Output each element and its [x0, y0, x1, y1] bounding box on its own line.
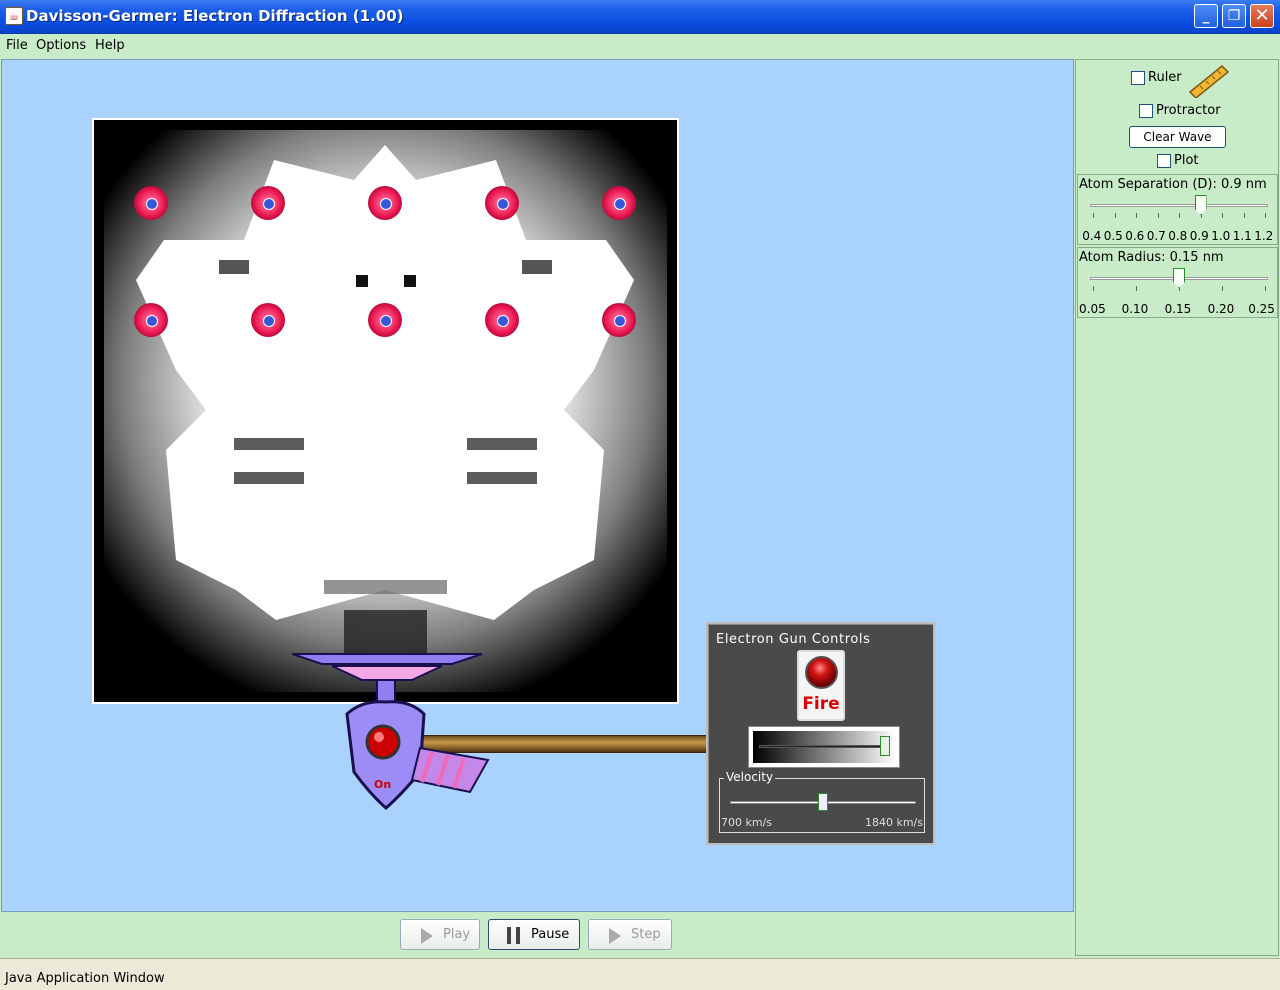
slider-tick — [1157, 213, 1159, 218]
maximize-icon: ❐ — [1227, 8, 1241, 24]
title-bar: ☕ Davisson-Germer: Electron Diffraction … — [0, 0, 1280, 34]
atom-separation-thumb[interactable] — [1194, 195, 1207, 215]
protractor-checkbox[interactable] — [1139, 103, 1153, 118]
gun-on-label: On — [374, 778, 392, 791]
atom — [485, 303, 519, 337]
menu-options[interactable]: Options — [36, 38, 86, 53]
window-title: Davisson-Germer: Electron Diffraction (1… — [26, 7, 404, 25]
atom-separation-control: Atom Separation (D): 0.9 nm 0.4 0.5 0.6 0.7… — [1077, 174, 1278, 245]
atom-separation-title: Atom Separation (D): 0.9 nm — [1079, 177, 1267, 192]
intensity-slider[interactable] — [748, 726, 900, 768]
atom-radius-thumb[interactable] — [1173, 268, 1185, 288]
slider-tick-label: 1.2 — [1254, 229, 1274, 243]
atom-separation-tick-labels: 0.4 0.5 0.6 0.7 0.8 0.9 1.0 1.1 1.2 — [1078, 229, 1278, 243]
minimize-button[interactable]: _ — [1194, 4, 1218, 28]
plot-checkbox[interactable] — [1157, 153, 1171, 168]
close-icon: ✕ — [1254, 5, 1270, 26]
velocity-title: Velocity — [724, 770, 776, 784]
slider-tick-label: 0.25 — [1248, 302, 1275, 316]
fire-label: Fire — [802, 694, 840, 714]
ruler-label: Ruler — [1148, 70, 1182, 85]
velocity-max-label: 1840 km/s — [864, 816, 923, 829]
slider-tick — [1114, 213, 1116, 218]
plot-option[interactable]: Plot — [1157, 153, 1199, 171]
slider-tick-label: 0.6 — [1125, 229, 1145, 243]
plot-label: Plot — [1174, 153, 1199, 168]
atom — [251, 186, 285, 220]
ruler-icon[interactable] — [1188, 64, 1230, 98]
atom-separation-ticks — [1093, 213, 1266, 219]
slider-tick — [1222, 213, 1223, 218]
atom — [368, 303, 402, 337]
menu-help[interactable]: Help — [95, 38, 125, 53]
velocity-group: Velocity 700 km/s 1840 km/s — [719, 770, 925, 833]
slider-tick-label: 1.1 — [1232, 229, 1252, 243]
slider-tick-label: 0.9 — [1189, 229, 1209, 243]
atom — [602, 186, 636, 220]
step-button[interactable]: Step — [588, 919, 672, 950]
velocity-slider-thumb[interactable] — [818, 793, 828, 811]
pause-button[interactable]: Pause — [488, 919, 580, 950]
atom — [485, 186, 519, 220]
diffraction-screen — [92, 118, 679, 704]
fire-button[interactable]: Fire — [797, 650, 845, 721]
step-label: Step — [631, 927, 661, 942]
minimize-icon: _ — [1202, 8, 1210, 24]
ruler-option[interactable]: Ruler — [1131, 70, 1182, 88]
slider-tick — [1093, 286, 1094, 291]
atom-separation-track[interactable] — [1090, 204, 1268, 207]
gun-controls-title: Electron Gun Controls — [716, 632, 871, 647]
simulation-canvas[interactable]: On Electron Gun Controls Fire Velocity 7… — [1, 59, 1074, 912]
intensity-thumb[interactable] — [880, 736, 890, 756]
slider-tick-label: 0.5 — [1103, 229, 1123, 243]
play-button[interactable]: Play — [400, 919, 480, 950]
play-icon — [421, 928, 433, 944]
velocity-min-label: 700 km/s — [721, 816, 773, 829]
electron-gun[interactable] — [292, 652, 492, 812]
atom — [368, 186, 402, 220]
protractor-label: Protractor — [1156, 103, 1221, 118]
slider-tick-label: 0.4 — [1082, 229, 1102, 243]
intensity-track — [759, 745, 881, 748]
status-text: Java Application Window — [5, 971, 165, 986]
atom — [602, 303, 636, 337]
fire-light-icon — [805, 656, 838, 689]
slider-tick-label: 0.10 — [1121, 302, 1149, 316]
atom-radius-tick-labels: 0.05 0.10 0.15 0.20 0.25 — [1078, 302, 1278, 316]
pause-label: Pause — [531, 927, 570, 942]
slider-tick — [1222, 286, 1223, 291]
slider-tick — [1136, 213, 1137, 218]
ruler-checkbox[interactable] — [1131, 70, 1145, 85]
slider-tick-label: 0.7 — [1146, 229, 1166, 243]
control-panel: Ruler Protractor Clear Wave Plot Atom Se… — [1075, 59, 1279, 956]
slider-tick-label: 0.05 — [1079, 302, 1106, 316]
slider-tick — [1136, 286, 1137, 291]
step-icon — [609, 928, 621, 944]
close-button[interactable]: ✕ — [1250, 4, 1274, 28]
atom-radius-title: Atom Radius: 0.15 nm — [1079, 250, 1224, 265]
slider-tick-label: 0.15 — [1164, 302, 1192, 316]
slider-tick-label: 0.8 — [1168, 229, 1188, 243]
status-bar: Java Application Window — [0, 958, 1280, 990]
electron-gun-controls: Electron Gun Controls Fire Velocity 700 … — [706, 622, 935, 845]
menu-file[interactable]: File — [6, 38, 28, 53]
slider-tick — [1265, 213, 1266, 218]
protractor-option[interactable]: Protractor — [1139, 103, 1221, 121]
atom-radius-control: Atom Radius: 0.15 nm 0.05 0.10 0.15 0.20 0.2… — [1077, 247, 1278, 318]
maximize-button[interactable]: ❐ — [1222, 4, 1246, 28]
slider-tick — [1265, 286, 1266, 291]
slider-tick — [1093, 213, 1094, 218]
pause-icon — [507, 927, 521, 944]
slider-tick-label: 0.20 — [1207, 302, 1235, 316]
java-app-icon: ☕ — [5, 7, 23, 25]
slider-tick — [1243, 213, 1245, 218]
play-label: Play — [443, 927, 471, 942]
atom — [134, 303, 168, 337]
atom — [251, 303, 285, 337]
slider-tick — [1179, 213, 1180, 218]
clear-wave-button[interactable]: Clear Wave — [1129, 126, 1226, 148]
menu-bar: File Options Help — [0, 34, 1280, 57]
atom — [134, 186, 168, 220]
slider-tick-label: 1.0 — [1211, 229, 1231, 243]
